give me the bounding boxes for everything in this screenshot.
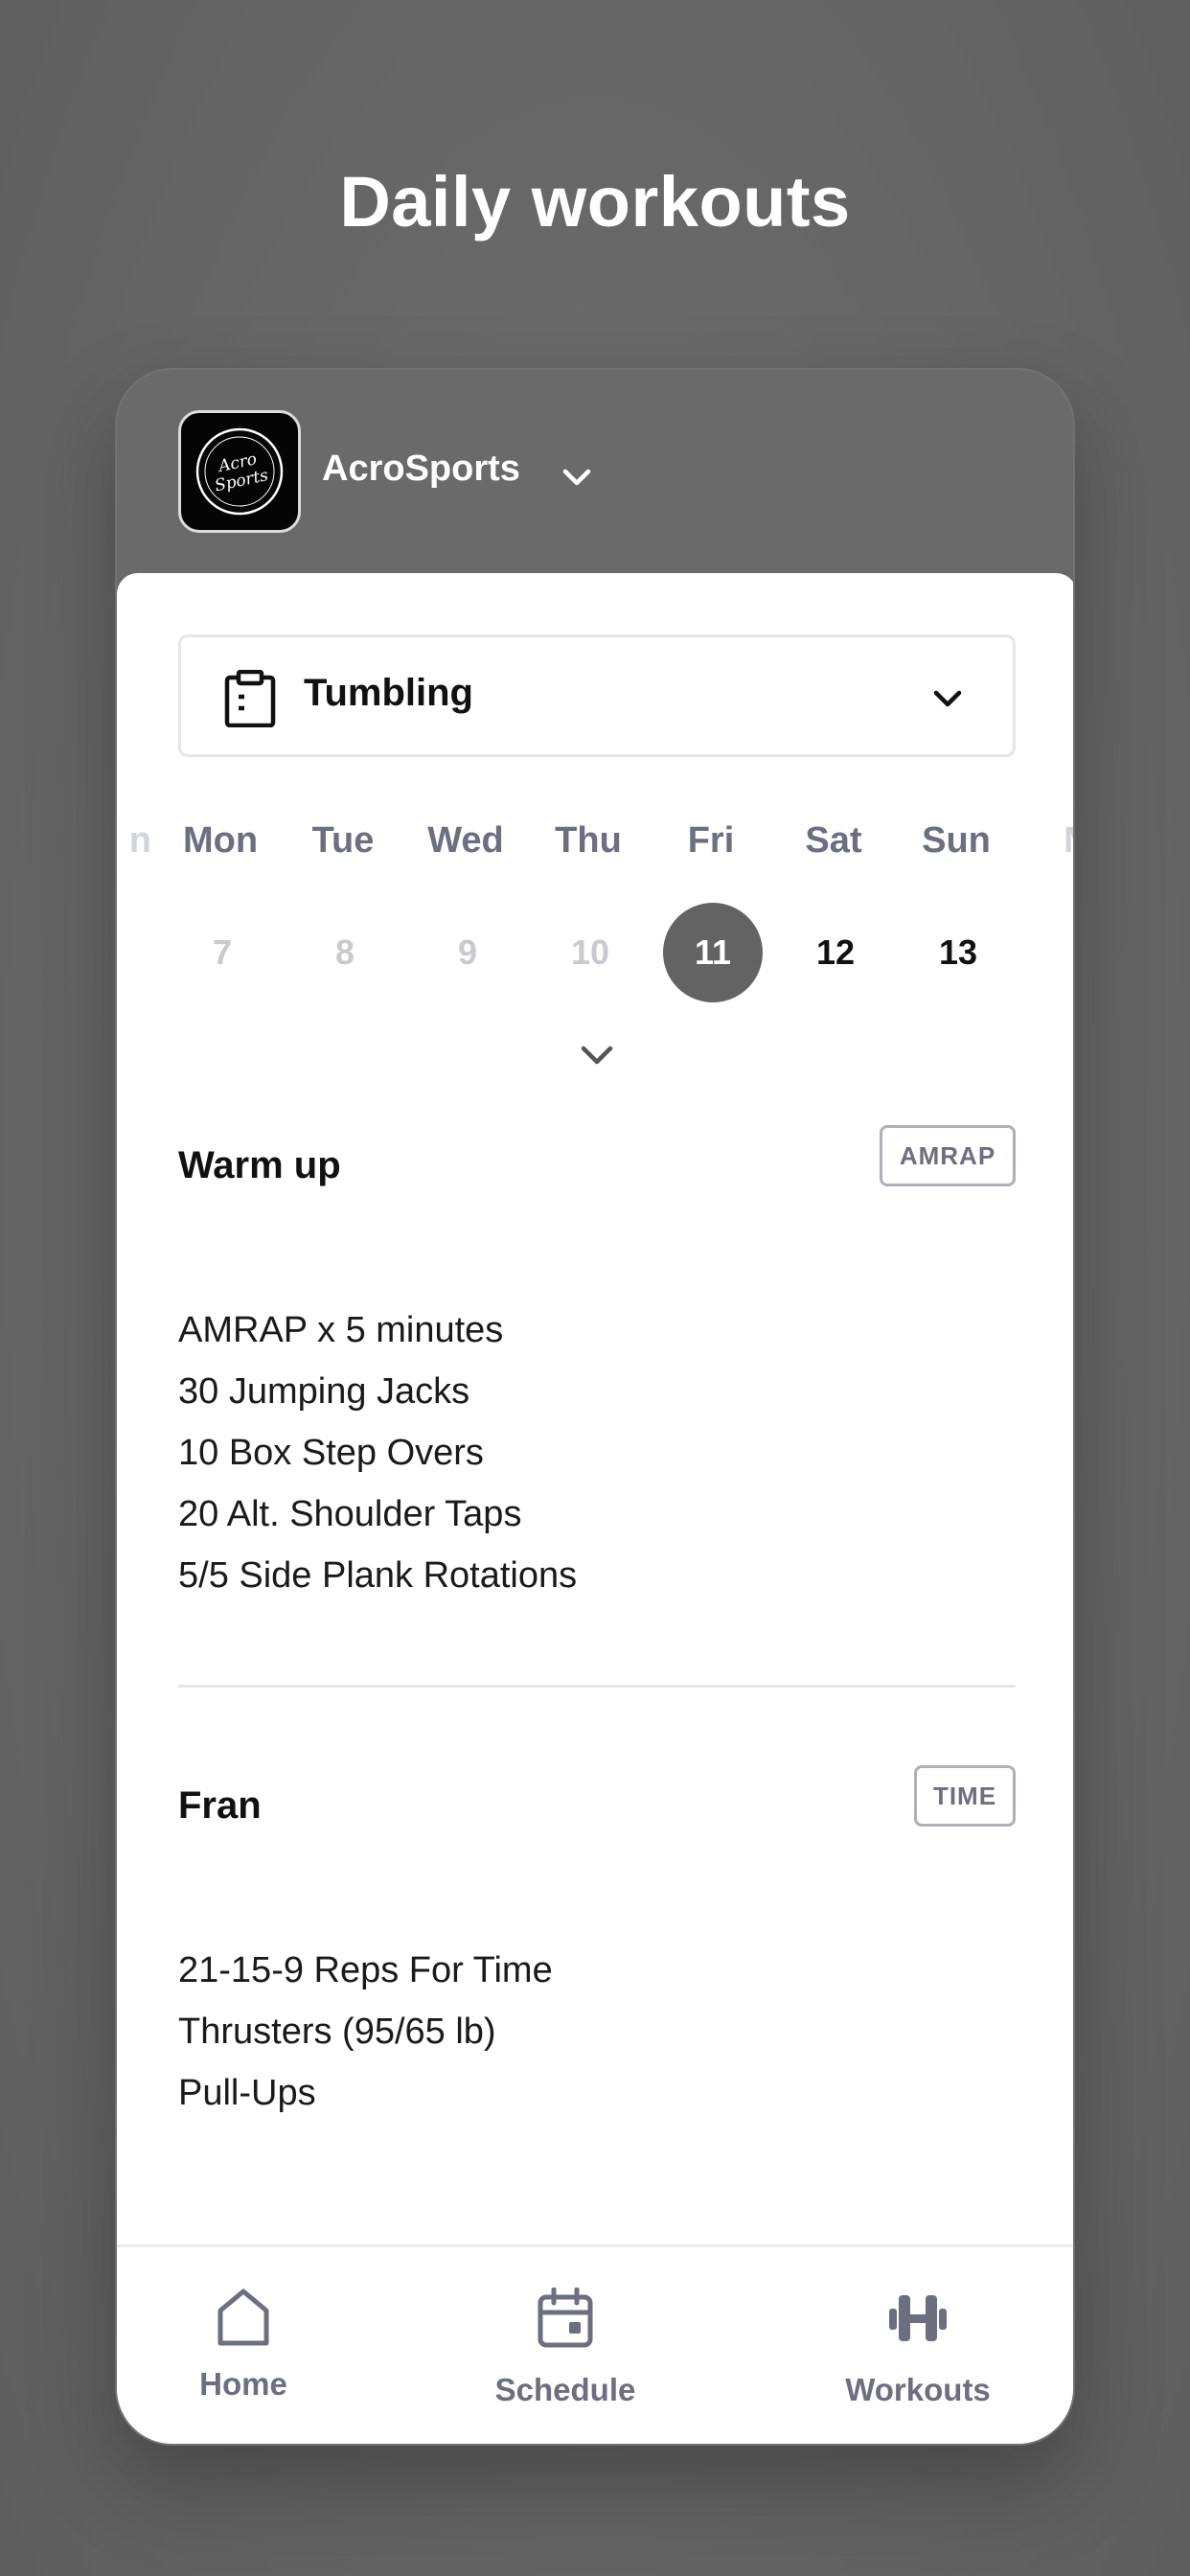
day-date-selected: 11	[663, 903, 763, 1002]
workout-line: AMRAP x 5 minutes	[178, 1310, 504, 1350]
day-name: Sun	[922, 820, 991, 861]
workout-line: 20 Alt. Shoulder Taps	[178, 1494, 522, 1534]
day-name: Fri	[687, 820, 735, 861]
workout-line: 5/5 Side Plank Rotations	[178, 1555, 578, 1596]
workout-description: AMRAP x 5 minutes 30 Jumping Jacks 10 Bo…	[178, 1300, 577, 1606]
gym-logo: Acro Sports	[178, 410, 301, 533]
acrosports-logo-icon: Acro Sports	[195, 427, 284, 516]
day-name: Tue	[311, 820, 375, 861]
workout-line: Thrusters (95/65 lb)	[178, 2012, 496, 2052]
workout-line: 10 Box Step Overs	[178, 1433, 484, 1473]
week-strip[interactable]: n Mon 7 Tue 8 Wed 9 Thu 10 Fri 11 Sat 12…	[117, 811, 1073, 1012]
workout-title: Warm up	[178, 1144, 341, 1186]
gym-switcher[interactable]: Acro Sports AcroSports	[117, 370, 1073, 577]
day-date: 13	[938, 932, 978, 972]
day-name: M	[1018, 820, 1073, 862]
tab-label: Home	[199, 2366, 287, 2402]
program-dropdown[interactable]: Tumbling	[178, 634, 1016, 757]
expand-calendar-chevron-icon[interactable]	[575, 1033, 619, 1077]
day-name: Mon	[182, 820, 259, 861]
dumbbell-icon	[889, 2295, 947, 2341]
workout-type-badge: AMRAP	[880, 1125, 1016, 1186]
day-date: 12	[815, 932, 856, 972]
tab-bar: Home Schedule Workouts	[117, 2244, 1073, 2444]
chevron-down-icon[interactable]	[558, 458, 596, 496]
section-divider	[178, 1685, 1016, 1688]
calendar-icon	[538, 2288, 593, 2348]
day-date: 8	[334, 932, 355, 972]
day-name: Wed	[427, 820, 504, 861]
home-icon	[217, 2288, 269, 2346]
workout-line: 21-15-9 Reps For Time	[178, 1950, 553, 1990]
workout-type-badge: TIME	[914, 1765, 1016, 1827]
workout-sheet: Tumbling n Mon 7 Tue 8 Wed 9 Thu 10 Fri …	[117, 573, 1073, 2444]
day-name: Thu	[555, 820, 622, 861]
day-name: n	[128, 820, 151, 861]
day-date: 10	[570, 932, 610, 972]
day-date: 1	[1031, 903, 1073, 1002]
program-label: Tumbling	[304, 672, 473, 714]
day-date: 7	[212, 932, 233, 972]
tab-label: Schedule	[494, 2372, 636, 2407]
day-date: 9	[457, 932, 478, 972]
workout-title: Fran	[178, 1784, 262, 1827]
clipboard-icon	[224, 670, 276, 727]
workout-description: 21-15-9 Reps For Time Thrusters (95/65 l…	[178, 1940, 553, 2124]
chevron-down-icon	[933, 690, 962, 707]
gym-name: AcroSports	[322, 448, 520, 489]
phone-frame: Acro Sports AcroSports Tumbling n Mon 7 …	[115, 368, 1075, 2446]
workout-line: Pull-Ups	[178, 2073, 316, 2113]
day-name: Sat	[805, 820, 862, 861]
page-title: Daily workouts	[339, 162, 851, 242]
tab-label: Workouts	[845, 2372, 991, 2407]
workout-line: 30 Jumping Jacks	[178, 1371, 470, 1412]
